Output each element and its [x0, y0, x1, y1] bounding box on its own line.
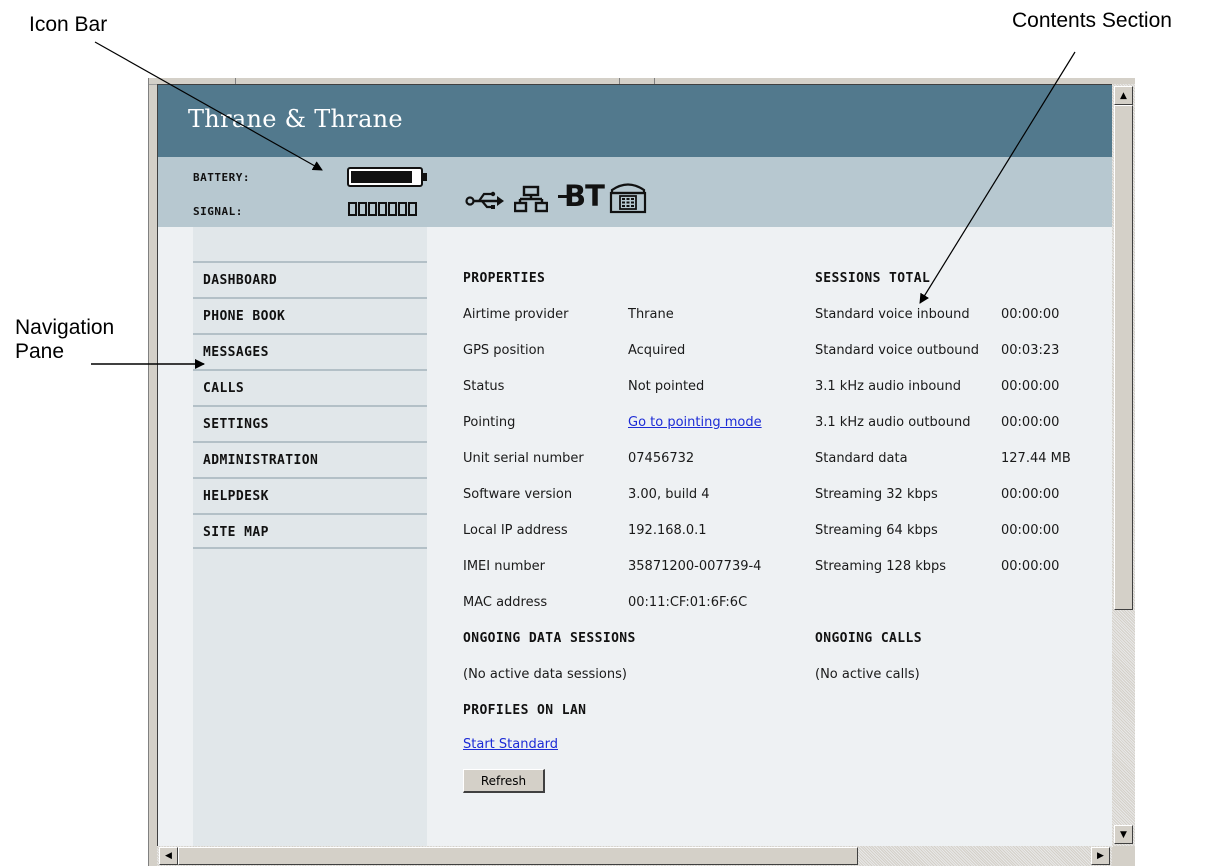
prop-label-airtime: Airtime provider: [463, 307, 569, 322]
nav-calls[interactable]: CALLS: [193, 369, 427, 403]
session-label-stream128: Streaming 128 kbps: [815, 559, 947, 574]
session-value-stream128: 00:00:00: [1001, 559, 1060, 574]
prop-label-gps: GPS position: [463, 343, 545, 358]
prop-value-software: 3.00, build 4: [628, 487, 710, 502]
bluetooth-icon[interactable]: BT: [558, 179, 605, 213]
bluetooth-icon-text: BT: [564, 179, 605, 213]
vertical-scroll-thumb[interactable]: [1114, 105, 1133, 610]
prop-value-mac: 00:11:CF:01:6F:6C: [628, 595, 748, 610]
prop-value-gps: Acquired: [628, 343, 686, 358]
signal-bars-icon: [348, 202, 417, 216]
prop-value-airtime: Thrane: [628, 307, 674, 322]
start-standard-link[interactable]: Start Standard: [463, 737, 558, 752]
usb-icon[interactable]: [465, 190, 505, 210]
prop-label-software: Software version: [463, 487, 573, 502]
session-label-audio-in: 3.1 kHz audio inbound: [815, 379, 962, 394]
scroll-right-button[interactable]: ▶: [1091, 847, 1110, 865]
ongoing-data-title: ONGOING DATA SESSIONS: [463, 631, 636, 646]
signal-bar: [398, 202, 407, 216]
signal-bar: [348, 202, 357, 216]
session-value-voice-in: 00:00:00: [1001, 307, 1060, 322]
prop-label-imei: IMEI number: [463, 559, 545, 574]
web-page: Thrane & Thrane BATTERY: SIGNAL: BT DASH…: [157, 84, 1113, 847]
navigation-pane: DASHBOARD PHONE BOOK MESSAGES CALLS SETT…: [193, 227, 427, 847]
session-label-voice-in: Standard voice inbound: [815, 307, 970, 322]
session-value-audio-in: 00:00:00: [1001, 379, 1060, 394]
ongoing-calls-title: ONGOING CALLS: [815, 631, 922, 646]
scroll-up-button[interactable]: ▲: [1114, 86, 1133, 105]
sessions-total-title: SESSIONS TOTAL: [815, 271, 931, 286]
session-label-stream64: Streaming 64 kbps: [815, 523, 938, 538]
refresh-button[interactable]: Refresh: [463, 769, 545, 793]
nav-phone-book[interactable]: PHONE BOOK: [193, 297, 427, 331]
ongoing-data-text: (No active data sessions): [463, 667, 627, 682]
prop-value-imei: 35871200-007739-4: [628, 559, 762, 574]
prop-label-serial: Unit serial number: [463, 451, 584, 466]
brand-header: Thrane & Thrane: [158, 85, 1113, 157]
signal-bar: [408, 202, 417, 216]
prop-label-pointing: Pointing: [463, 415, 516, 430]
prop-label-mac: MAC address: [463, 595, 548, 610]
session-label-audio-out: 3.1 kHz audio outbound: [815, 415, 971, 430]
profiles-title: PROFILES ON LAN: [463, 703, 587, 718]
callout-contents-section: Contents Section: [1012, 9, 1172, 32]
callout-navigation-pane-line2: Pane: [15, 340, 65, 363]
horizontal-scrollbar[interactable]: ◀ ▶: [157, 846, 1112, 866]
battery-fill: [351, 171, 412, 183]
session-value-voice-out: 00:03:23: [1001, 343, 1060, 358]
nav-dashboard[interactable]: DASHBOARD: [193, 261, 427, 295]
pointing-mode-link[interactable]: Go to pointing mode: [628, 415, 762, 430]
icon-bar: BATTERY: SIGNAL: BT: [158, 157, 1113, 227]
signal-label: SIGNAL:: [193, 205, 243, 218]
signal-bar: [358, 202, 367, 216]
signal-bar: [368, 202, 377, 216]
lan-icon[interactable]: [514, 185, 548, 213]
prop-value-status: Not pointed: [628, 379, 705, 394]
nav-divider: [193, 547, 427, 549]
session-label-data: Standard data: [815, 451, 908, 466]
callout-navigation-pane-line1: Navigation: [15, 316, 115, 339]
callout-icon-bar: Icon Bar: [29, 13, 108, 36]
session-value-stream32: 00:00:00: [1001, 487, 1060, 502]
prop-label-status: Status: [463, 379, 505, 394]
brand-logo: Thrane & Thrane: [188, 105, 403, 133]
nav-administration[interactable]: ADMINISTRATION: [193, 441, 427, 475]
properties-title: PROPERTIES: [463, 271, 546, 286]
nav-helpdesk[interactable]: HELPDESK: [193, 477, 427, 511]
session-label-stream32: Streaming 32 kbps: [815, 487, 938, 502]
vertical-scrollbar[interactable]: ▲ ▼: [1112, 84, 1135, 846]
signal-bar: [378, 202, 387, 216]
scroll-down-button[interactable]: ▼: [1114, 825, 1133, 844]
battery-label: BATTERY:: [193, 171, 250, 184]
ongoing-calls-text: (No active calls): [815, 667, 920, 682]
prop-value-serial: 07456732: [628, 451, 695, 466]
session-label-voice-out: Standard voice outbound: [815, 343, 980, 358]
battery-icon: [347, 167, 427, 187]
signal-bar: [388, 202, 397, 216]
session-value-audio-out: 00:00:00: [1001, 415, 1060, 430]
session-value-stream64: 00:00:00: [1001, 523, 1060, 538]
nav-site-map[interactable]: SITE MAP: [193, 513, 427, 547]
horizontal-scroll-thumb[interactable]: [178, 847, 858, 865]
nav-settings[interactable]: SETTINGS: [193, 405, 427, 439]
prop-label-ip: Local IP address: [463, 523, 568, 538]
session-value-data: 127.44 MB: [1001, 451, 1071, 466]
phone-icon[interactable]: [609, 180, 647, 214]
prop-value-ip: 192.168.0.1: [628, 523, 707, 538]
nav-messages[interactable]: MESSAGES: [193, 333, 427, 367]
scroll-left-button[interactable]: ◀: [159, 847, 178, 865]
browser-window: Thrane & Thrane BATTERY: SIGNAL: BT DASH…: [148, 78, 1135, 866]
